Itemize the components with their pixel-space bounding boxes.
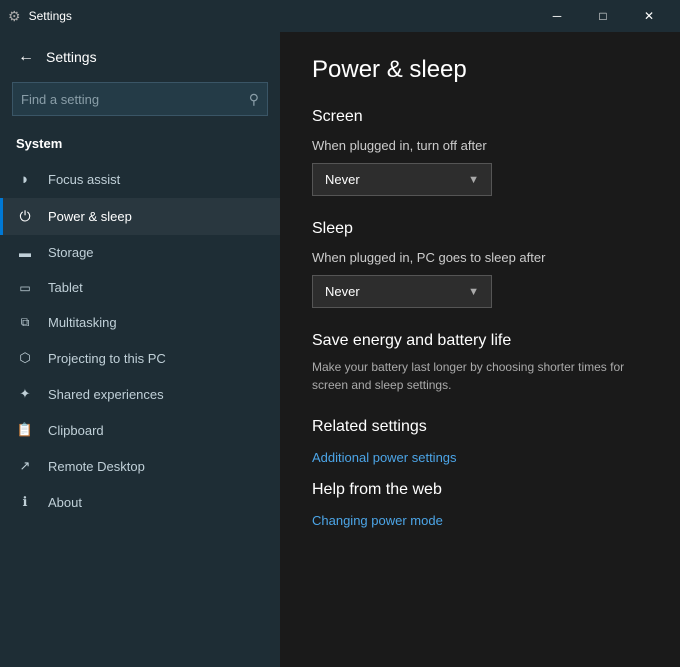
sleep-label: When plugged in, PC goes to sleep after (312, 250, 648, 265)
sidebar-item-shared-experiences[interactable]: ✦ Shared experiences (0, 376, 280, 412)
sidebar-item-multitasking[interactable]: ⧉ Multitasking (0, 305, 280, 340)
sleep-heading: Sleep (312, 220, 648, 238)
storage-icon: ▬ (16, 246, 34, 260)
power-sleep-icon: ⏻ (16, 208, 34, 225)
promo-title: Save energy and battery life (312, 332, 648, 350)
title-bar-left: ⚙ Settings (8, 8, 534, 25)
title-bar: ⚙ Settings ─ □ ✕ (0, 0, 680, 32)
sleep-dropdown[interactable]: Never ▼ (312, 275, 492, 308)
screen-dropdown-value: Never (325, 172, 360, 187)
promo-description: Make your battery last longer by choosin… (312, 358, 648, 394)
sidebar-item-label: About (48, 495, 82, 510)
maximize-button[interactable]: □ (580, 0, 626, 32)
sidebar-item-label: Multitasking (48, 315, 117, 330)
sidebar-app-title: Settings (46, 49, 97, 65)
screen-dropdown[interactable]: Never ▼ (312, 163, 492, 196)
about-icon: ℹ (16, 494, 34, 510)
screen-heading: Screen (312, 108, 648, 126)
help-web-section: Help from the web Changing power mode (312, 481, 648, 528)
close-button[interactable]: ✕ (626, 0, 672, 32)
sidebar-item-focus-assist[interactable]: ◗ Focus assist (0, 161, 280, 198)
help-web-heading: Help from the web (312, 481, 648, 499)
main-layout: ← Settings ⚲ System ◗ Focus assist ⏻ Pow… (0, 32, 680, 667)
back-button[interactable]: ← (16, 46, 36, 68)
sidebar-item-label: Projecting to this PC (48, 351, 166, 366)
changing-power-mode-link[interactable]: Changing power mode (312, 513, 648, 528)
sidebar-item-label: Tablet (48, 280, 83, 295)
clipboard-icon: 📋 (16, 422, 34, 438)
sidebar-item-label: Power & sleep (48, 209, 132, 224)
sidebar-item-remote-desktop[interactable]: ↗ Remote Desktop (0, 448, 280, 484)
sidebar-item-label: Clipboard (48, 423, 104, 438)
sidebar-item-storage[interactable]: ▬ Storage (0, 235, 280, 270)
sidebar-item-label: Focus assist (48, 172, 120, 187)
sleep-dropdown-arrow: ▼ (468, 286, 479, 298)
related-settings-heading: Related settings (312, 418, 648, 436)
screen-label: When plugged in, turn off after (312, 138, 648, 153)
page-title: Power & sleep (312, 56, 648, 84)
minimize-button[interactable]: ─ (534, 0, 580, 32)
sleep-dropdown-value: Never (325, 284, 360, 299)
search-box[interactable]: ⚲ (12, 82, 268, 116)
title-bar-controls: ─ □ ✕ (534, 0, 672, 32)
remote-desktop-icon: ↗ (16, 458, 34, 474)
screen-dropdown-arrow: ▼ (468, 174, 479, 186)
projecting-icon: ⬡ (16, 350, 34, 366)
sidebar-item-power-sleep[interactable]: ⏻ Power & sleep (0, 198, 280, 235)
related-settings-section: Related settings Additional power settin… (312, 418, 648, 465)
sidebar-section-title: System (0, 128, 280, 161)
focus-assist-icon: ◗ (16, 171, 34, 188)
search-icon: ⚲ (249, 91, 259, 108)
sidebar-item-projecting[interactable]: ⬡ Projecting to this PC (0, 340, 280, 376)
title-bar-title: Settings (29, 9, 72, 23)
sidebar-item-tablet[interactable]: ▭ Tablet (0, 270, 280, 305)
sidebar-item-label: Shared experiences (48, 387, 164, 402)
content-area: Power & sleep Screen When plugged in, tu… (280, 32, 680, 667)
sidebar-item-label: Storage (48, 245, 94, 260)
sidebar-header: ← Settings (0, 32, 280, 82)
sidebar-item-about[interactable]: ℹ About (0, 484, 280, 520)
shared-experiences-icon: ✦ (16, 386, 34, 402)
multitasking-icon: ⧉ (16, 315, 34, 330)
additional-power-settings-link[interactable]: Additional power settings (312, 450, 648, 465)
sidebar: ← Settings ⚲ System ◗ Focus assist ⏻ Pow… (0, 32, 280, 667)
sidebar-item-label: Remote Desktop (48, 459, 145, 474)
promo-section: Save energy and battery life Make your b… (312, 332, 648, 394)
settings-icon: ⚙ (8, 8, 21, 25)
tablet-icon: ▭ (16, 281, 34, 295)
search-input[interactable] (21, 92, 249, 107)
sidebar-item-clipboard[interactable]: 📋 Clipboard (0, 412, 280, 448)
